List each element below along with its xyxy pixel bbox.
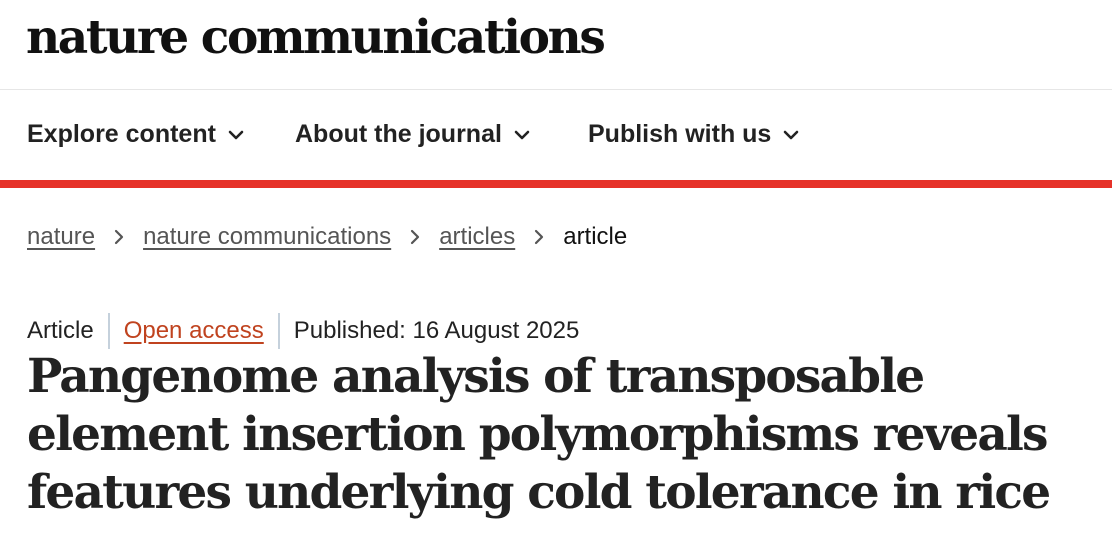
open-access-link[interactable]: Open access	[124, 317, 264, 345]
site-header: nature communications	[0, 0, 1112, 90]
breadcrumb-current: article	[563, 223, 628, 250]
chevron-down-icon	[512, 125, 532, 145]
nav-label: Explore content	[27, 120, 216, 148]
chevron-down-icon	[226, 125, 246, 145]
article-meta: Article Open access Published: 16 August…	[27, 313, 579, 349]
meta-divider	[277, 313, 280, 349]
meta-divider	[107, 313, 110, 349]
chevron-down-icon	[781, 125, 801, 145]
chevron-right-icon	[112, 229, 126, 245]
main-nav: Explore content About the journal Publis…	[0, 90, 1112, 180]
breadcrumb-link-articles[interactable]: articles	[439, 223, 515, 251]
nav-about-journal[interactable]: About the journal	[295, 120, 532, 149]
breadcrumb: nature nature communications articles ar…	[27, 223, 627, 251]
article-title: Pangenome analysis of transposable eleme…	[27, 349, 1051, 520]
nav-label: Publish with us	[588, 120, 772, 148]
chevron-right-icon	[408, 229, 422, 245]
accent-bar	[0, 180, 1112, 188]
nav-label: About the journal	[295, 120, 502, 148]
breadcrumb-link-nature[interactable]: nature	[27, 223, 95, 251]
article-type: Article	[27, 317, 94, 344]
breadcrumb-link-nature-communications[interactable]: nature communications	[143, 223, 391, 251]
journal-logo[interactable]: nature communications	[26, 12, 606, 64]
chevron-right-icon	[532, 229, 546, 245]
published-date: Published: 16 August 2025	[293, 317, 580, 344]
nav-explore-content[interactable]: Explore content	[27, 120, 246, 149]
nav-publish-with-us[interactable]: Publish with us	[588, 120, 801, 149]
